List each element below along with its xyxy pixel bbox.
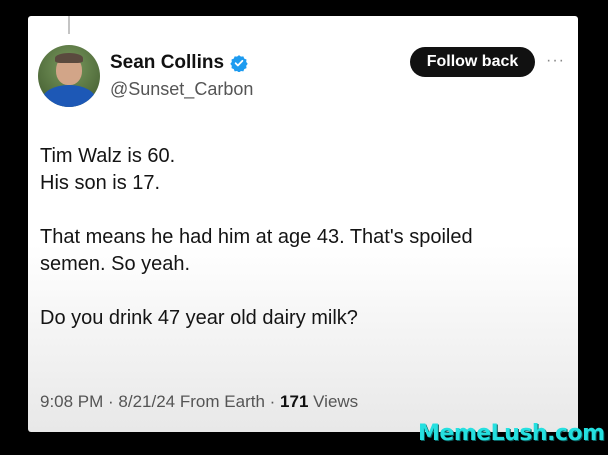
tweet-line: Do you drink 47 year old dairy milk? <box>40 307 358 329</box>
author-name-row: Sean Collins <box>110 52 248 74</box>
avatar[interactable] <box>38 45 100 107</box>
tweet-line: Tim Walz is 60. <box>40 145 176 167</box>
tweet-line: His son is 17. <box>40 172 161 194</box>
tweet-date[interactable]: 8/21/24 <box>118 392 175 412</box>
avatar-hair <box>55 53 83 63</box>
meta-separator: · <box>103 392 119 411</box>
author-handle[interactable]: @Sunset_Carbon <box>110 79 253 100</box>
views-count[interactable]: 171 <box>280 392 308 412</box>
tweet-line: semen. So yeah. <box>40 253 191 275</box>
tweet-time[interactable]: 9:08 PM <box>40 392 103 412</box>
author-display-name[interactable]: Sean Collins <box>110 52 224 74</box>
tweet-meta: 9:08 PM · 8/21/24 From Earth · 171 Views <box>40 392 358 412</box>
watermark: MemeLush.com <box>418 421 605 446</box>
tweet-source: From Earth <box>179 392 265 411</box>
meta-separator: · <box>264 392 281 411</box>
avatar-shirt <box>42 85 96 107</box>
tweet-card: Sean Collins @Sunset_Carbon Follow back … <box>28 16 578 432</box>
verified-badge-icon <box>230 55 248 72</box>
thread-line <box>68 16 70 34</box>
views-label: Views <box>313 392 359 411</box>
more-options-icon[interactable]: ··· <box>546 52 565 70</box>
tweet-text: Tim Walz is 60. His son is 17. That mean… <box>40 143 565 332</box>
follow-back-button[interactable]: Follow back <box>410 47 535 77</box>
tweet-line: That means he had him at age 43. That's … <box>40 226 473 248</box>
